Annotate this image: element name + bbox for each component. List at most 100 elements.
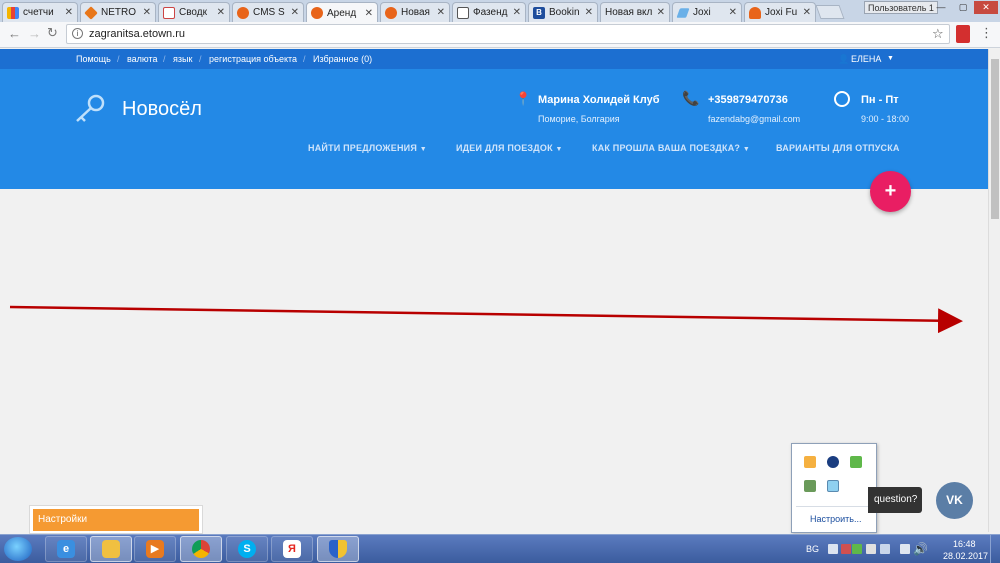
joxi-full-icon [749, 6, 761, 19]
site-title[interactable]: Новосёл [122, 98, 202, 121]
chevron-down-icon: ▼ [742, 146, 750, 153]
browser-tab[interactable]: счетчи ✕ [2, 2, 78, 22]
new-tab-button[interactable] [815, 5, 845, 19]
taskbar-ie[interactable]: e [45, 536, 87, 562]
help-link[interactable]: Помощь [76, 54, 111, 64]
tray-overflow-popup: Настроить... [791, 443, 877, 533]
chevron-down-icon: ▼ [419, 146, 427, 153]
close-icon[interactable]: ✕ [437, 7, 445, 18]
extension-icon[interactable] [956, 25, 970, 43]
tab-label: Joxi [693, 7, 711, 18]
add-button[interactable]: + [870, 171, 911, 212]
volume-icon[interactable]: 🔊 [913, 542, 928, 556]
maximize-icon[interactable]: ▢ [952, 1, 974, 14]
forward-arrow-icon[interactable]: → [28, 26, 41, 41]
email-link[interactable]: fazendabg@gmail.com [708, 114, 800, 124]
tray-app-icon[interactable] [841, 544, 851, 554]
browser-tab[interactable]: NETRO ✕ [80, 2, 156, 22]
menu-icon[interactable]: ⋮ [980, 25, 993, 41]
clock-date[interactable]: 28.02.2017 [943, 551, 988, 561]
tray-app-icon[interactable] [852, 544, 862, 554]
close-icon[interactable]: ✕ [217, 7, 225, 18]
profile-badge[interactable]: Пользователь 1 [864, 1, 938, 14]
vk-button[interactable]: VK [936, 482, 973, 519]
bookmark-star-icon[interactable]: ☆ [932, 26, 944, 42]
close-icon[interactable]: ✕ [729, 7, 737, 18]
browser-tab-active[interactable]: Аренд ✕ [306, 2, 378, 23]
tray-app-icon[interactable] [850, 456, 862, 468]
customize-link[interactable]: Настроить... [810, 514, 861, 524]
tray-app-icon[interactable] [880, 544, 890, 554]
tab-label: Аренд [327, 7, 357, 19]
browser-tab[interactable]: Новая вкл ✕ [600, 2, 670, 22]
start-button[interactable] [4, 537, 32, 561]
close-icon[interactable]: ✕ [65, 7, 73, 18]
nav-label: НАЙТИ ПРЕДЛОЖЕНИЯ [308, 143, 417, 153]
bluetooth-icon[interactable] [827, 456, 839, 468]
browser-tab[interactable]: CMS S ✕ [232, 2, 304, 22]
safely-remove-icon[interactable] [804, 480, 816, 492]
close-icon[interactable]: ✕ [365, 8, 373, 19]
clock-time[interactable]: 16:48 [953, 539, 976, 549]
phone-number[interactable]: +359879470736 [708, 94, 788, 106]
taskbar-media[interactable]: ▶ [134, 536, 176, 562]
close-icon[interactable]: ✕ [585, 7, 593, 18]
network-icon[interactable] [900, 544, 910, 554]
separator: / [163, 54, 166, 64]
info-icon[interactable]: i [72, 28, 83, 39]
separator: / [117, 54, 120, 64]
tab-label: CMS S [253, 7, 285, 18]
close-icon[interactable]: ✕ [143, 7, 151, 18]
nav-find-offers[interactable]: НАЙТИ ПРЕДЛОЖЕНИЯ ▼ [308, 143, 427, 153]
user-menu[interactable]: ЕЛЕНА [851, 54, 881, 64]
minimize-icon[interactable]: — [930, 1, 952, 14]
reload-icon[interactable]: ↻ [47, 25, 58, 41]
divider [796, 506, 872, 507]
tray-app-icon[interactable] [827, 480, 839, 492]
nav-vacation-options[interactable]: ВАРИАНТЫ ДЛЯ ОТПУСКА [776, 143, 900, 153]
tab-label: Новая вкл [605, 7, 653, 18]
language-indicator[interactable]: BG [806, 544, 819, 554]
browser-toolbar: ← → ↻ i zagranitsa.etown.ru ☆ ⋮ [0, 22, 1000, 48]
shield-icon [329, 540, 347, 558]
browser-tab[interactable]: Joxi Fu ✕ [744, 2, 816, 22]
register-property-link[interactable]: регистрация объекта [209, 54, 297, 64]
booking-icon: B [533, 6, 545, 19]
close-window-icon[interactable]: ✕ [974, 1, 998, 14]
scrollbar-thumb[interactable] [991, 59, 999, 219]
settings-button[interactable]: Настройки [33, 509, 199, 531]
close-icon[interactable]: ✕ [803, 7, 811, 18]
taskbar-chrome[interactable] [180, 536, 222, 562]
close-icon[interactable]: ✕ [657, 7, 665, 18]
nav-trip-feedback[interactable]: КАК ПРОШЛА ВАША ПОЕЗДКА? ▼ [592, 143, 750, 153]
browser-tab[interactable]: B Bookin ✕ [528, 2, 598, 22]
browser-tab[interactable]: Фазенд ✕ [452, 2, 526, 22]
site-topbar: Помощь / валюта / язык / регистрация объ… [0, 49, 988, 69]
taskbar-yandex[interactable]: Я [271, 536, 313, 562]
favorites-link[interactable]: Избранное (0) [313, 54, 372, 64]
show-desktop-button[interactable] [990, 535, 1000, 563]
keyboard-icon[interactable] [828, 544, 838, 554]
currency-link[interactable]: валюта [127, 54, 158, 64]
taskbar-skype[interactable]: S [226, 536, 268, 562]
browser-tab[interactable]: Новая ✕ [380, 2, 450, 22]
back-arrow-icon[interactable]: ← [8, 26, 21, 41]
separator: / [199, 54, 202, 64]
tray-app-icon[interactable] [804, 456, 816, 468]
browser-tab[interactable]: Joxi ✕ [672, 2, 742, 22]
question-tooltip[interactable]: question? [868, 487, 922, 513]
language-link[interactable]: язык [173, 54, 192, 64]
yandex-icon: Я [283, 540, 301, 558]
close-icon[interactable]: ✕ [513, 7, 521, 18]
tab-label: Сводк [179, 7, 207, 18]
close-icon[interactable]: ✕ [291, 7, 299, 18]
address-bar[interactable]: i zagranitsa.etown.ru ☆ [66, 24, 950, 44]
browser-tab[interactable]: Сводк ✕ [158, 2, 230, 22]
nav-trip-ideas[interactable]: ИДЕИ ДЛЯ ПОЕЗДОК ▼ [456, 143, 563, 153]
scrollbar[interactable] [988, 49, 1000, 532]
flag-icon[interactable] [866, 544, 876, 554]
place-location: Поморие, Болгария [538, 114, 620, 124]
taskbar-explorer[interactable] [90, 536, 132, 562]
taskbar-security[interactable] [317, 536, 359, 562]
url-text[interactable]: zagranitsa.etown.ru [89, 28, 185, 40]
